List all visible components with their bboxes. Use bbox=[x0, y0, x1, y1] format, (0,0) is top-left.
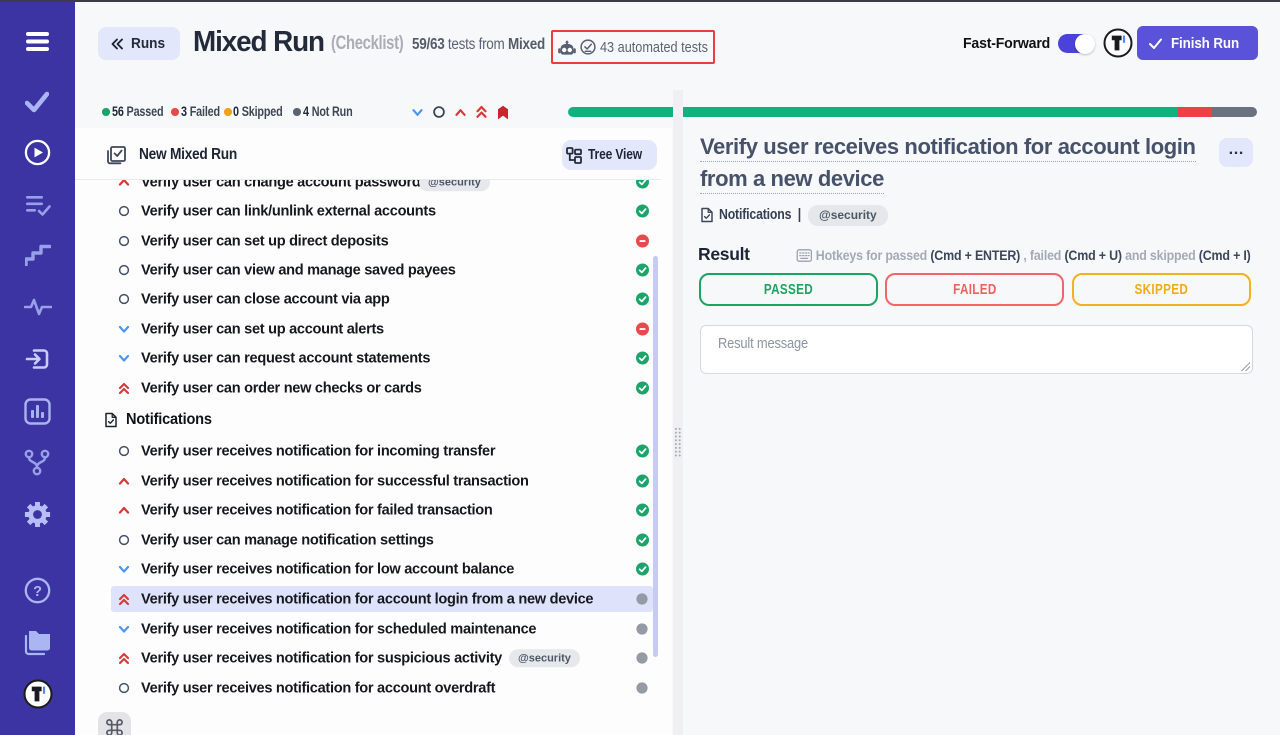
svg-text:?: ? bbox=[33, 584, 42, 600]
